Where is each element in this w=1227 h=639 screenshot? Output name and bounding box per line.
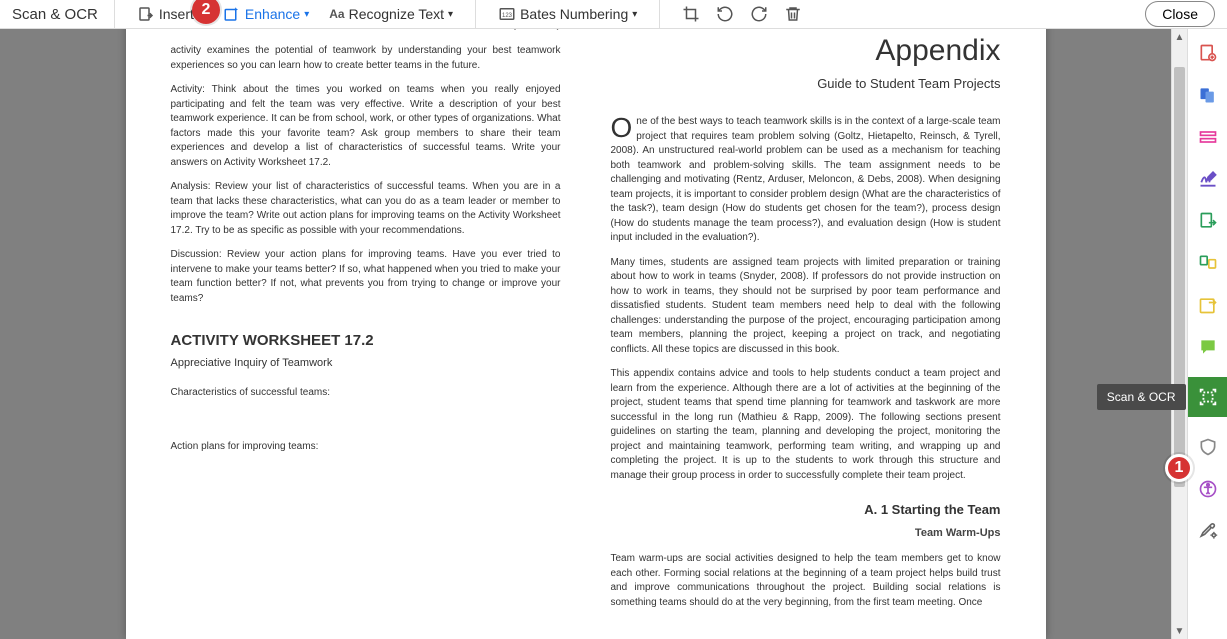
insert-label: Insert (159, 6, 194, 22)
svg-text:123: 123 (502, 13, 513, 19)
body-text: Analysis: Review your list of characteri… (171, 180, 561, 238)
separator (114, 0, 115, 28)
bates-icon: 123 (498, 5, 516, 23)
recognize-text-icon: Aa (329, 5, 344, 23)
continued-label: (Continued) (171, 29, 561, 32)
main-area: (Continued) activity examines the potent… (0, 29, 1227, 639)
rotate-ccw-icon (716, 5, 734, 23)
edit-pdf-tool[interactable] (1196, 125, 1220, 149)
scan-ocr-tool[interactable]: Scan & OCR (1188, 377, 1227, 417)
worksheet-subheading: Appreciative Inquiry of Teamwork (171, 356, 561, 372)
body-text: This appendix contains advice and tools … (611, 367, 1001, 483)
recognize-text-button[interactable]: Aa Recognize Text ▾ (323, 1, 459, 27)
bates-numbering-button[interactable]: 123 Bates Numbering ▾ (492, 1, 643, 27)
separator (659, 0, 660, 28)
create-pdf-tool[interactable] (1196, 41, 1220, 65)
worksheet-heading: ACTIVITY WORKSHEET 17.2 (171, 330, 561, 352)
toolbar-title: Scan & OCR (12, 6, 98, 23)
crop-icon (682, 5, 700, 23)
toolbar: Scan & OCR Insert ▾ Enhance ▾ Aa Recogni… (0, 0, 1227, 29)
vertical-scrollbar[interactable]: ▲ ▼ (1171, 29, 1187, 639)
close-button[interactable]: Close (1145, 1, 1215, 27)
chevron-down-icon: ▾ (632, 9, 637, 20)
body-text: Many times, students are assigned team p… (611, 256, 1001, 358)
tutorial-badge-2: 2 (192, 0, 220, 24)
body-text: activity examines the potential of teamw… (171, 44, 561, 73)
crop-button[interactable] (676, 1, 706, 27)
chevron-down-icon: ▾ (448, 9, 453, 20)
scroll-up-arrow[interactable]: ▲ (1172, 29, 1187, 45)
body-text: Discussion: Review your action plans for… (171, 248, 561, 306)
separator (475, 0, 476, 28)
enhance-button[interactable]: Enhance ▾ (217, 1, 315, 27)
more-tools[interactable] (1196, 519, 1220, 543)
combine-tool[interactable] (1196, 83, 1220, 107)
appendix-subheading: Guide to Student Team Projects (611, 75, 1001, 94)
enhance-label: Enhance (245, 6, 300, 22)
section-heading: A. 1 Starting the Team (611, 501, 1001, 520)
side-tools-panel: Scan & OCR (1187, 29, 1227, 639)
chevron-down-icon: ▾ (304, 9, 309, 20)
accessibility-tool[interactable] (1196, 477, 1220, 501)
body-text: Activity: Think about the times you work… (171, 83, 561, 170)
appendix-heading: Appendix (611, 29, 1001, 73)
enhance-icon (223, 5, 241, 23)
rotate-cw-icon (750, 5, 768, 23)
body-text: Characteristics of successful teams: (171, 386, 561, 401)
page: (Continued) activity examines the potent… (126, 29, 1046, 639)
insert-icon (137, 5, 155, 23)
page-left-column: (Continued) activity examines the potent… (171, 29, 561, 609)
body-text: Team warm-ups are social activities desi… (611, 552, 1001, 610)
delete-button[interactable] (778, 1, 808, 27)
sign-tool[interactable] (1196, 167, 1220, 191)
protect-tool[interactable] (1196, 435, 1220, 459)
chat-tool[interactable] (1196, 335, 1220, 359)
tutorial-badge-1: 1 (1165, 454, 1193, 482)
bates-label: Bates Numbering (520, 6, 628, 22)
trash-icon (784, 5, 802, 23)
scroll-thumb[interactable] (1174, 67, 1185, 487)
rotate-ccw-button[interactable] (710, 1, 740, 27)
body-text: One of the best ways to teach teamwork s… (611, 115, 1001, 246)
export-tool[interactable] (1196, 209, 1220, 233)
rotate-cw-button[interactable] (744, 1, 774, 27)
body-text: Action plans for improving teams: (171, 440, 561, 455)
comment-tool[interactable] (1196, 293, 1220, 317)
organize-tool[interactable] (1196, 251, 1220, 275)
scroll-down-arrow[interactable]: ▼ (1172, 623, 1187, 639)
page-right-column: Appendix Guide to Student Team Projects … (611, 29, 1001, 609)
document-viewport: (Continued) activity examines the potent… (0, 29, 1171, 639)
scan-ocr-tooltip: Scan & OCR (1097, 384, 1186, 410)
section-subheading: Team Warm-Ups (611, 526, 1001, 542)
recognize-label: Recognize Text (349, 6, 444, 22)
